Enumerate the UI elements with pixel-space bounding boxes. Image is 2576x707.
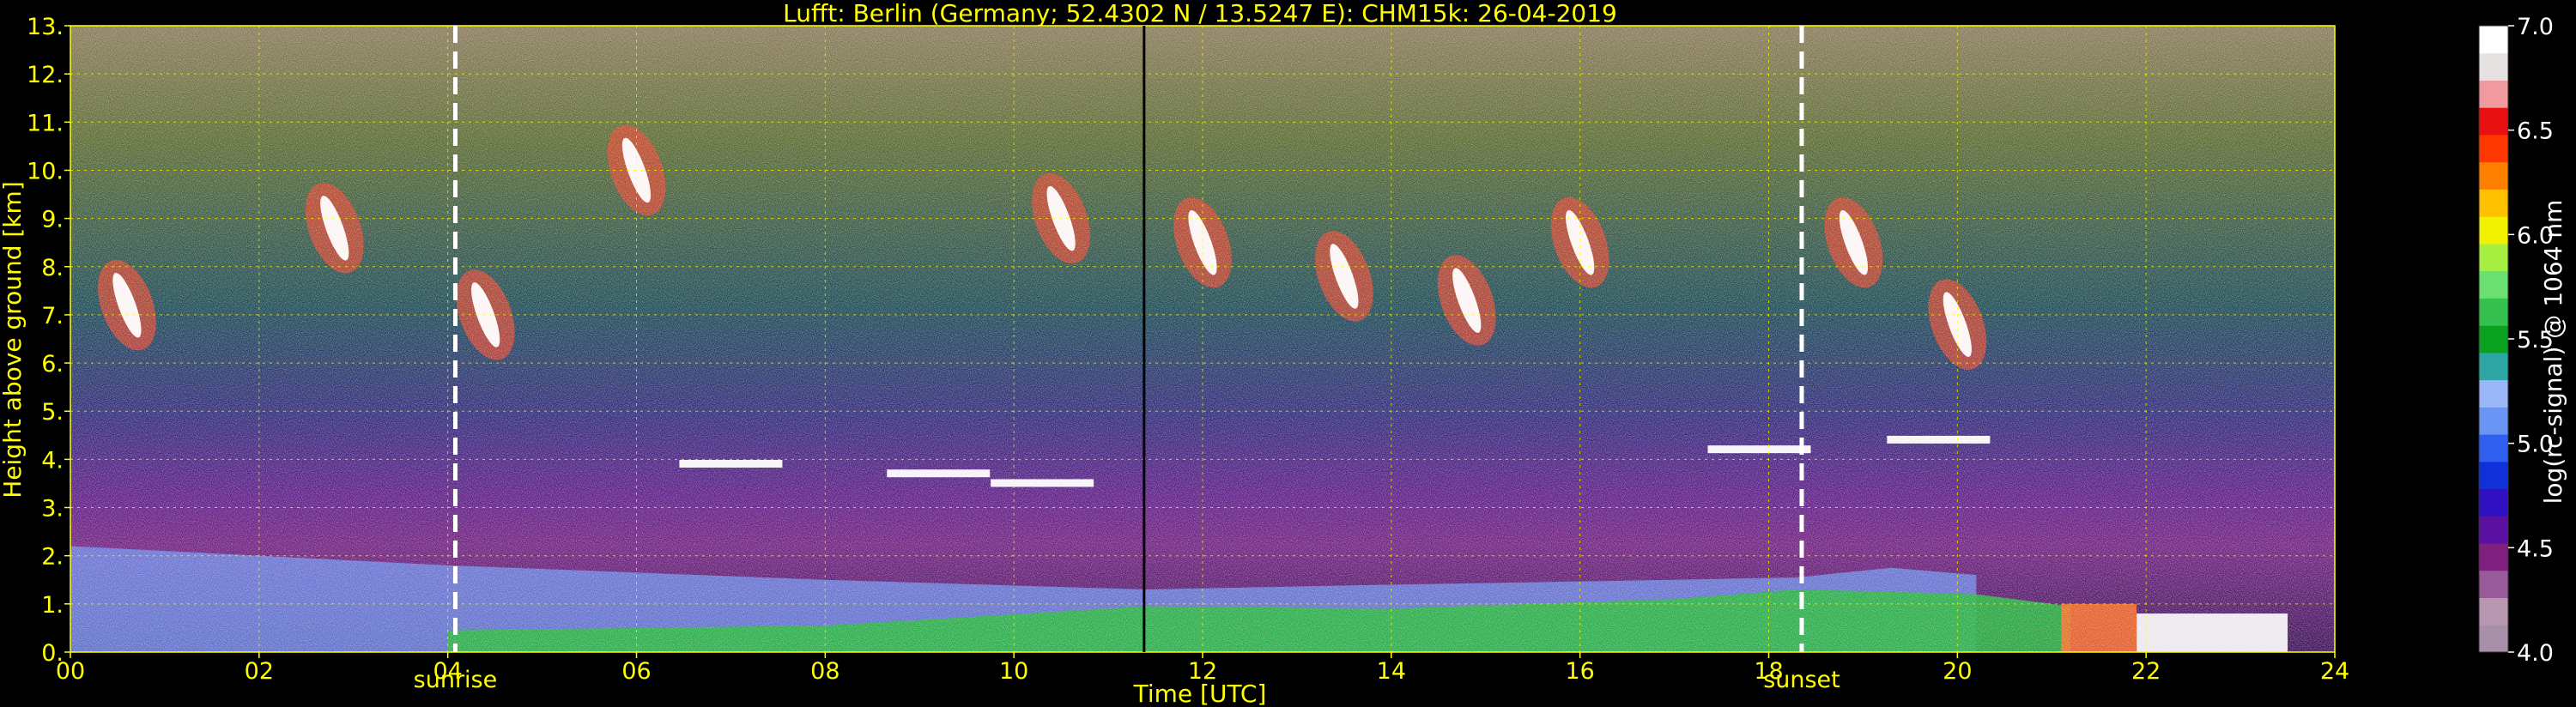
colorbar-segment: [2479, 516, 2508, 544]
y-tick-label: 11.: [27, 110, 64, 136]
y-tick-label: 1.: [41, 592, 64, 619]
colorbar-segment: [2479, 461, 2508, 490]
y-tick-label: 2.: [41, 544, 64, 571]
x-tick-label: 16: [1565, 658, 1594, 685]
ceilometer-chart: Lufft: Berlin (Germany; 52.4302 N / 13.5…: [0, 0, 2567, 707]
colorbar-segment: [2479, 625, 2508, 653]
colorbar-segment: [2479, 107, 2508, 136]
colorbar-label: log(rc-signal) @ 1064 nm: [2539, 200, 2567, 505]
colorbar-segment: [2479, 597, 2508, 625]
y-tick-label: 12.: [27, 62, 64, 88]
x-tick-label: 14: [1377, 658, 1406, 685]
colorbar-tick-label: 7.0: [2517, 14, 2554, 40]
colorbar-segment: [2479, 434, 2508, 462]
y-axis-label: Height above ground [km]: [0, 181, 27, 499]
colorbar-segment: [2479, 189, 2508, 217]
colorbar-segment: [2479, 570, 2508, 599]
plot-area: [70, 25, 2336, 653]
y-tick-label: 0.: [41, 640, 64, 667]
y-tick-label: 10.: [27, 158, 64, 184]
colorbar-tick-label: 4.0: [2517, 640, 2554, 667]
x-tick-label: 20: [1943, 658, 1972, 685]
colorbar-segment: [2479, 270, 2508, 299]
y-tick-label: 9.: [41, 207, 64, 233]
sunrise-label: sunrise: [414, 667, 498, 693]
y-tick-label: 13.: [27, 14, 64, 40]
x-tick-label: 22: [2131, 658, 2161, 685]
sunset-label: sunset: [1763, 667, 1840, 693]
x-axis-label: Time [UTC]: [1133, 680, 1267, 707]
colorbar-segment: [2479, 134, 2508, 163]
y-tick-label: 3.: [41, 496, 64, 523]
colorbar-segment: [2479, 80, 2508, 108]
y-tick-label: 7.: [41, 303, 64, 329]
x-tick-label: 08: [810, 658, 839, 685]
y-tick-label: 6.: [41, 351, 64, 378]
colorbar-segment: [2479, 488, 2508, 517]
colorbar-tick-label: 6.5: [2517, 118, 2554, 145]
x-tick-label: 02: [245, 658, 274, 685]
x-tick-label: 10: [999, 658, 1028, 685]
colorbar-segment: [2479, 161, 2508, 190]
x-tick-label: 06: [621, 658, 651, 685]
colorbar-segment: [2479, 325, 2508, 354]
colorbar-segment: [2479, 243, 2508, 272]
colorbar-segment: [2479, 407, 2508, 435]
y-tick-label: 5.: [41, 399, 64, 426]
colorbar-segment: [2479, 543, 2508, 571]
colorbar-segment: [2479, 26, 2508, 54]
colorbar-segment: [2479, 352, 2508, 381]
colorbar-segment: [2479, 216, 2508, 245]
x-tick-label: 24: [2320, 658, 2349, 685]
colorbar-segment: [2479, 298, 2508, 326]
y-tick-label: 8.: [41, 255, 64, 281]
chart-title: Lufft: Berlin (Germany; 52.4302 N / 13.5…: [783, 0, 1617, 27]
colorbar-segment: [2479, 52, 2508, 81]
colorbar-tick-label: 4.5: [2517, 535, 2554, 562]
y-tick-label: 4.: [41, 447, 64, 474]
signal-noise: [70, 26, 2335, 652]
colorbar-segment: [2479, 379, 2508, 408]
